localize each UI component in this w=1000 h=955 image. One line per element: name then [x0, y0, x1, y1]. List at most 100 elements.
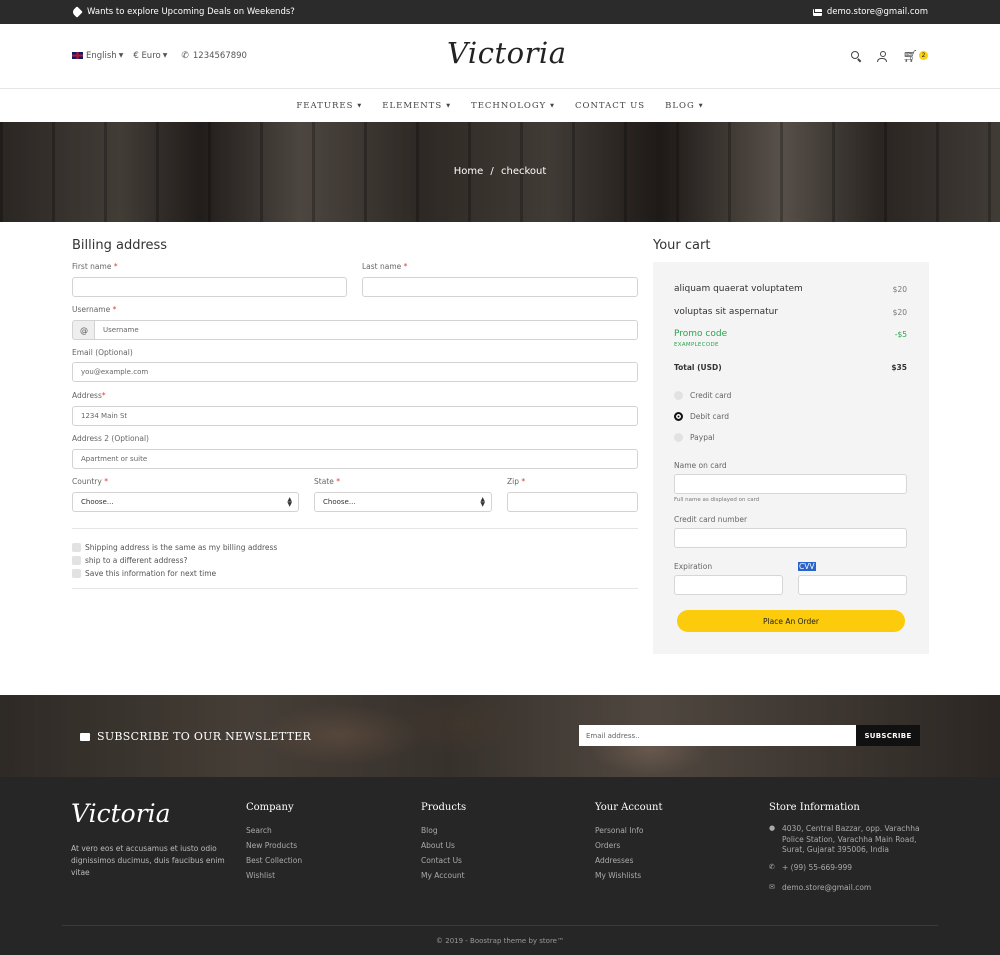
save-info-checkbox[interactable]: Save this information for next time	[72, 569, 216, 578]
payment-paypal[interactable]: Paypal	[674, 433, 715, 442]
breadcrumb-home[interactable]: Home	[454, 166, 484, 177]
caret-down-icon: ▼	[446, 102, 452, 109]
newsletter-title-text: SUBSCRIBE TO OUR NEWSLETTER	[97, 730, 312, 743]
billing-title: Billing address	[72, 238, 168, 253]
subscribe-button[interactable]: SUBSCRIBE	[856, 725, 920, 746]
store-phone[interactable]: ✆ + (99) 55-669-999	[769, 863, 932, 874]
footer-link-my-account[interactable]: My Account	[421, 871, 465, 886]
topbar-email[interactable]: demo.store@gmail.com	[812, 7, 928, 17]
phone-number: 1234567890	[192, 51, 247, 61]
footer-store-title: Store Information	[769, 802, 860, 813]
footer-link-personal-info[interactable]: Personal Info	[595, 826, 643, 841]
phone-contact[interactable]: ✆ 1234567890	[181, 51, 247, 61]
topbar-email-text: demo.store@gmail.com	[826, 7, 928, 17]
username-label: Username *	[72, 305, 117, 314]
first-name-input[interactable]	[72, 277, 347, 297]
address-input[interactable]: 1234 Main St	[72, 406, 638, 426]
store-email[interactable]: ✉ demo.store@gmail.com	[769, 883, 932, 894]
cvv-input[interactable]	[798, 575, 907, 595]
header-settings: English ▼ € Euro ▼ ✆ 1234567890	[72, 51, 247, 61]
user-icon[interactable]	[876, 50, 888, 62]
footer-account-links: Personal Info Orders Addresses My Wishli…	[595, 826, 643, 886]
breadcrumb: Home / checkout	[0, 166, 1000, 177]
nav-elements[interactable]: ELEMENTS ▼	[382, 101, 451, 111]
username-placeholder: Username	[103, 326, 139, 334]
footer-logo[interactable]: Victoria	[71, 799, 171, 828]
place-order-button[interactable]: Place An Order	[677, 610, 905, 632]
nav-blog[interactable]: BLOG ▼	[665, 101, 704, 111]
promo-notice[interactable]: Wants to explore Upcoming Deals on Weeke…	[71, 6, 295, 18]
search-icon[interactable]	[850, 50, 862, 62]
last-name-input[interactable]	[362, 277, 638, 297]
cart-item-name: voluptas sit aspernatur	[674, 307, 779, 317]
email-input[interactable]: you@example.com	[72, 362, 638, 382]
language-label: English	[86, 51, 117, 61]
promo-code-label: Promo code	[674, 329, 728, 339]
payment-debit-card[interactable]: Debit card	[674, 412, 729, 421]
checkbox[interactable]	[72, 569, 81, 578]
phone-icon: ✆	[769, 863, 775, 871]
footer-link-about-us[interactable]: About Us	[421, 841, 465, 856]
footer-link-best-collection[interactable]: Best Collection	[246, 856, 302, 871]
top-bar: Wants to explore Upcoming Deals on Weeke…	[0, 0, 1000, 24]
address-label: Address*	[72, 391, 106, 400]
nav-label: FEATURES	[296, 100, 354, 111]
newsletter-email-input[interactable]: Email address..	[579, 725, 856, 746]
total-value: $35	[891, 363, 907, 372]
cart-title: Your cart	[653, 238, 711, 253]
radio-button[interactable]	[674, 433, 683, 442]
currency-selector[interactable]: € Euro ▼	[133, 51, 167, 61]
same-shipping-checkbox[interactable]: Shipping address is the same as my billi…	[72, 543, 277, 552]
footer-link-wishlist[interactable]: Wishlist	[246, 871, 302, 886]
newsletter-title: SUBSCRIBE TO OUR NEWSLETTER	[80, 730, 311, 743]
footer-company-links: Search New Products Best Collection Wish…	[246, 826, 302, 886]
cvv-label: CVV	[798, 562, 816, 571]
footer-link-blog[interactable]: Blog	[421, 826, 465, 841]
card-number-input[interactable]	[674, 528, 907, 548]
zip-label: Zip *	[507, 477, 526, 486]
cart-icon: 🛒︎	[902, 49, 918, 63]
checkbox-label: Save this information for next time	[85, 569, 217, 578]
footer-link-orders[interactable]: Orders	[595, 841, 643, 856]
footer-link-contact-us[interactable]: Contact Us	[421, 856, 465, 871]
cart-item-price: $20	[892, 285, 907, 294]
uk-flag-icon	[72, 52, 83, 59]
name-on-card-label: Name on card	[674, 461, 727, 470]
state-label: State *	[314, 477, 340, 486]
state-value: Choose...	[323, 498, 356, 506]
footer-link-new-products[interactable]: New Products	[246, 841, 302, 856]
name-on-card-hint: Full name as displayed on card	[674, 497, 760, 503]
nav-label: ELEMENTS	[382, 100, 443, 111]
nav-features[interactable]: FEATURES ▼	[296, 101, 362, 111]
site-logo[interactable]: Victoria	[447, 36, 567, 70]
language-selector[interactable]: English ▼	[72, 51, 123, 61]
different-address-checkbox[interactable]: ship to a different address?	[72, 556, 187, 565]
footer-account-title: Your Account	[595, 802, 663, 813]
username-prefix: @	[72, 320, 95, 340]
nav-contact-us[interactable]: CONTACT US	[575, 101, 645, 111]
state-select[interactable]: Choose... ▲ ▼	[314, 492, 492, 512]
email-label: Email (Optional)	[72, 348, 133, 357]
radio-button-selected[interactable]	[674, 412, 683, 421]
zip-input[interactable]	[507, 492, 638, 512]
checkbox[interactable]	[72, 543, 81, 552]
footer-link-my-wishlists[interactable]: My Wishlists	[595, 871, 643, 886]
cart-count-badge: 2	[919, 50, 928, 60]
cart-button[interactable]: 🛒︎ 2	[903, 49, 928, 63]
footer-about: At vero eos et accusamus et iusto odio d…	[71, 844, 225, 877]
radio-button[interactable]	[674, 391, 683, 400]
country-select[interactable]: Choose... ▲ ▼	[72, 492, 299, 512]
footer-link-search[interactable]: Search	[246, 826, 302, 841]
payment-credit-card[interactable]: Credit card	[674, 391, 731, 400]
username-input[interactable]: Username	[94, 320, 638, 340]
name-on-card-input[interactable]	[674, 474, 907, 494]
nav-technology[interactable]: TECHNOLOGY ▼	[471, 101, 555, 111]
expiration-input[interactable]	[674, 575, 783, 595]
checkbox[interactable]	[72, 556, 81, 565]
copyright: © 2019 - Boostrap theme by store™	[436, 937, 564, 945]
phone-icon: ✆	[181, 51, 189, 61]
address2-input[interactable]: Apartment or suite	[72, 449, 638, 469]
radio-label: Paypal	[690, 433, 715, 442]
card-number-label: Credit card number	[674, 515, 748, 524]
footer-link-addresses[interactable]: Addresses	[595, 856, 643, 871]
